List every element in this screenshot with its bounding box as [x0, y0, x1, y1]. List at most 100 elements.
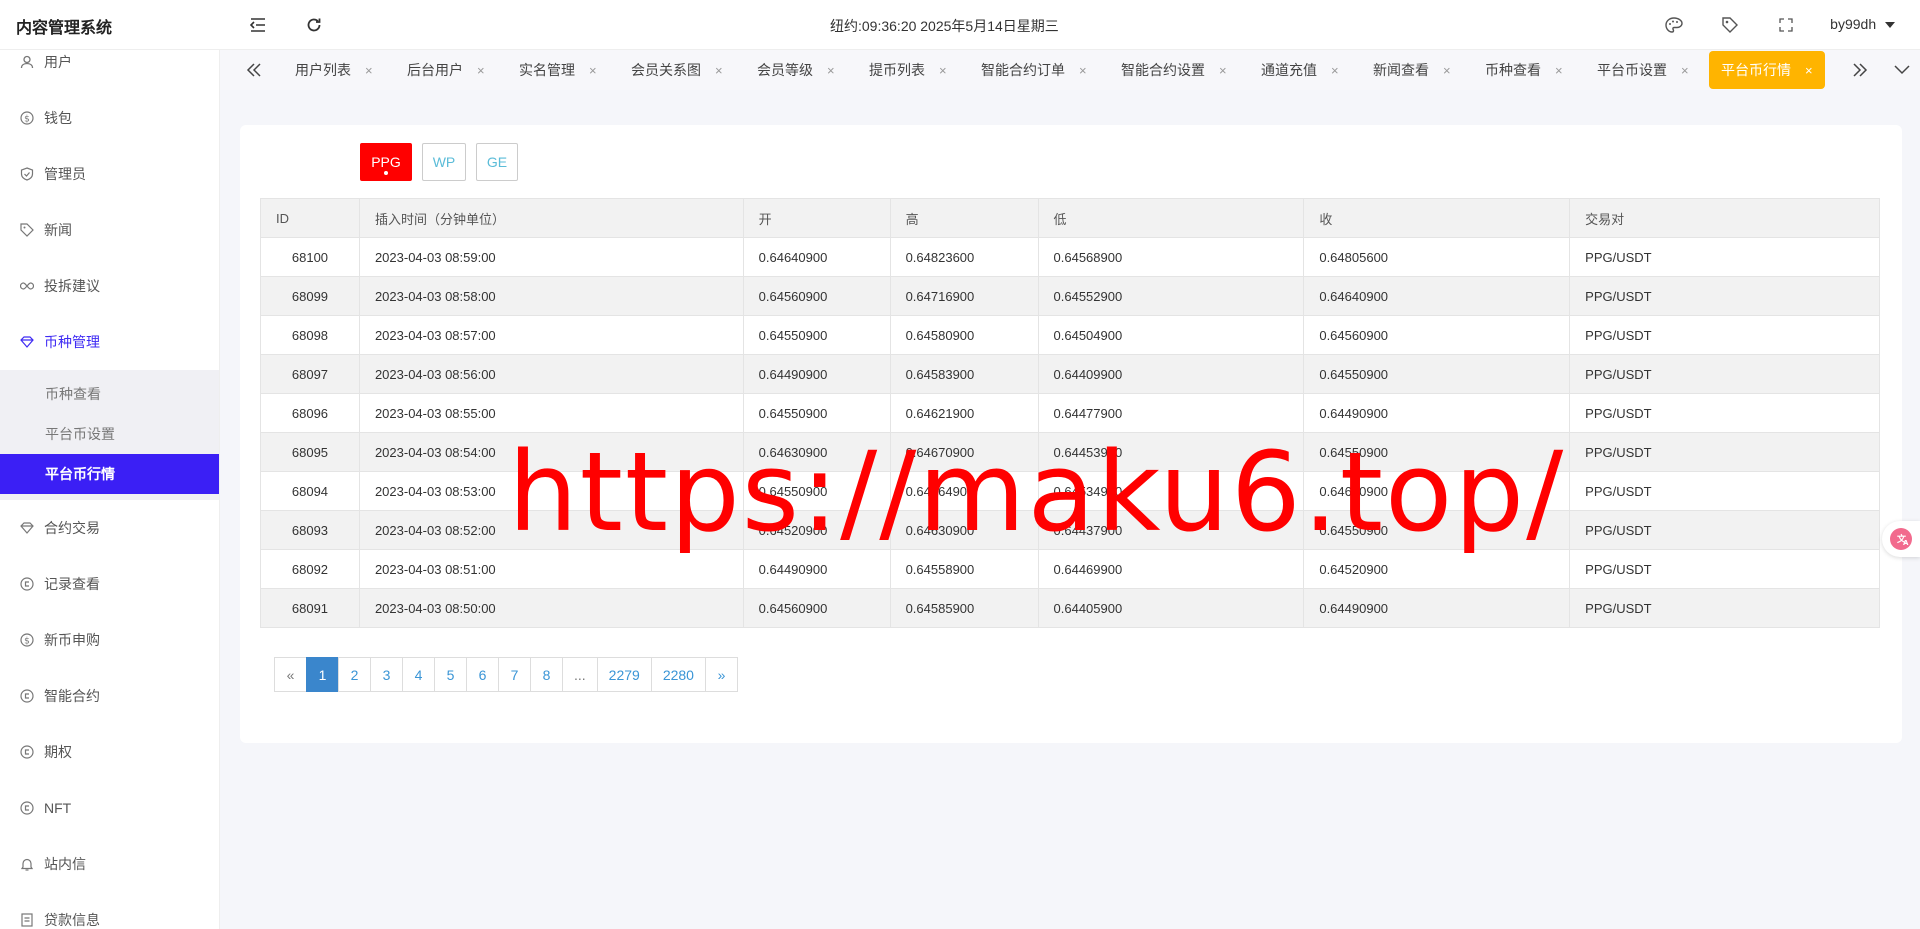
sidebar-subitem-platform-coin-market[interactable]: 平台币行情	[0, 454, 219, 494]
cell-high: 0.64823600	[889, 237, 1039, 277]
coin-label: PPG	[371, 154, 401, 170]
cell-low: 0.64405900	[1037, 588, 1305, 628]
close-icon[interactable]: ×	[939, 63, 947, 78]
pagination-page[interactable]: 7	[498, 657, 531, 692]
tab-smart-contract-settings[interactable]: 智能合约设置 ×	[1121, 51, 1227, 89]
tab-platform-coin-settings[interactable]: 平台币设置 ×	[1597, 51, 1689, 89]
tab-real-name[interactable]: 实名管理 ×	[519, 51, 597, 89]
tab-backend-users[interactable]: 后台用户 ×	[407, 51, 485, 89]
cell-high: 0.64664900	[889, 471, 1039, 511]
cell-id: 68097	[260, 354, 360, 394]
coin-button-ge[interactable]: GE	[476, 143, 518, 181]
pagination-page[interactable]: 4	[402, 657, 435, 692]
sidebar-item-new-coin-subscription[interactable]: $ 新币申购	[0, 612, 219, 668]
sidebar-subitem-platform-coin-settings[interactable]: 平台币设置	[0, 414, 219, 454]
close-icon[interactable]: ×	[365, 63, 373, 78]
close-icon[interactable]: ×	[1681, 63, 1689, 78]
coin-button-ppg[interactable]: PPG	[360, 143, 412, 181]
sidebar-item-records[interactable]: 记录查看	[0, 556, 219, 612]
sidebar-item-inbox[interactable]: 站内信	[0, 836, 219, 892]
menu-collapse-icon[interactable]	[246, 13, 270, 37]
refresh-icon[interactable]	[302, 13, 326, 37]
cell-id: 68099	[260, 276, 360, 316]
tab-label: 会员关系图	[631, 62, 701, 78]
sidebar-item-label: 投拆建议	[44, 278, 100, 294]
tab-withdraw-list[interactable]: 提币列表 ×	[869, 51, 947, 89]
pagination-page[interactable]: 2279	[596, 657, 652, 692]
close-icon[interactable]: ×	[1219, 63, 1227, 78]
tab-user-list[interactable]: 用户列表 ×	[295, 51, 373, 89]
user-menu[interactable]: by99dh	[1830, 16, 1896, 32]
tabs-scroll-right-icon[interactable]	[1848, 58, 1872, 82]
close-icon[interactable]: ×	[1555, 63, 1563, 78]
tag-icon	[20, 223, 34, 237]
fullscreen-icon[interactable]	[1774, 13, 1798, 37]
sidebar-item-label: 合约交易	[44, 520, 100, 536]
table-row: 68092 2023-04-03 08:51:00 0.64490900 0.6455…	[260, 549, 1880, 589]
sidebar-item-news[interactable]: 新闻	[0, 202, 219, 258]
sidebar-item-user[interactable]: 用户	[0, 50, 219, 90]
close-icon[interactable]: ×	[827, 63, 835, 78]
sidebar-item-options[interactable]: 期权	[0, 724, 219, 780]
pagination-page[interactable]: 2280	[650, 657, 706, 692]
cell-time: 2023-04-03 08:57:00	[358, 315, 744, 355]
tab-channel-recharge[interactable]: 通道充值 ×	[1261, 51, 1339, 89]
close-icon[interactable]: ×	[1443, 63, 1451, 78]
sidebar-subitem-coin-view[interactable]: 币种查看	[0, 374, 219, 414]
tab-smart-contract-orders[interactable]: 智能合约订单 ×	[981, 51, 1087, 89]
pagination-page[interactable]: 5	[434, 657, 467, 692]
cell-open: 0.64560900	[742, 276, 891, 316]
sidebar-item-smart-contract[interactable]: 智能合约	[0, 668, 219, 724]
sidebar-item-wallet[interactable]: $ 钱包	[0, 90, 219, 146]
cell-open: 0.64520900	[742, 510, 891, 550]
pagination-prev[interactable]: «	[274, 657, 307, 692]
coin-button-wp[interactable]: WP	[422, 143, 466, 181]
pagination-page[interactable]: 8	[530, 657, 563, 692]
cell-high: 0.64583900	[889, 354, 1039, 394]
translate-float-button[interactable]: 文 A	[1882, 521, 1920, 557]
cell-close: 0.64550900	[1303, 432, 1571, 472]
pagination-ellipsis: ...	[562, 657, 598, 692]
translate-icon: 文 A	[1890, 528, 1912, 550]
pagination-page[interactable]: 6	[466, 657, 499, 692]
sidebar-item-loan-info[interactable]: 贷款信息	[0, 892, 219, 929]
table-row: 68096 2023-04-03 08:55:00 0.64550900 0.6462…	[260, 393, 1880, 433]
tab-platform-coin-market[interactable]: 平台币行情 ×	[1709, 51, 1825, 89]
pagination-page[interactable]: 2	[338, 657, 371, 692]
table-row: 68097 2023-04-03 08:56:00 0.64490900 0.6458…	[260, 354, 1880, 394]
sidebar-item-nft[interactable]: NFT	[0, 780, 219, 836]
table-row: 68098 2023-04-03 08:57:00 0.64550900 0.6458…	[260, 315, 1880, 355]
tabs-scroll-left-icon[interactable]	[242, 58, 266, 82]
tag-icon[interactable]	[1718, 13, 1742, 37]
sidebar-item-coin-management[interactable]: 币种管理	[0, 314, 219, 370]
close-icon[interactable]: ×	[477, 63, 485, 78]
cell-time: 2023-04-03 08:53:00	[358, 471, 744, 511]
close-icon[interactable]: ×	[589, 63, 597, 78]
cell-high: 0.64621900	[889, 393, 1039, 433]
cell-id: 68094	[260, 471, 360, 511]
cell-low: 0.64477900	[1037, 393, 1305, 433]
app-title: 内容管理系统	[16, 20, 113, 37]
tab-news-view[interactable]: 新闻查看 ×	[1373, 51, 1451, 89]
sidebar-item-suggestions[interactable]: 投拆建议	[0, 258, 219, 314]
col-header-low: 低	[1037, 198, 1305, 238]
tab-label: 新闻查看	[1373, 62, 1429, 78]
close-icon[interactable]: ×	[1331, 63, 1339, 78]
tab-member-level[interactable]: 会员等级 ×	[757, 51, 835, 89]
pagination-page[interactable]: 3	[370, 657, 403, 692]
tab-label: 实名管理	[519, 62, 575, 78]
close-icon[interactable]: ×	[1805, 63, 1813, 78]
close-icon[interactable]: ×	[715, 63, 723, 78]
pagination-page[interactable]: 1	[306, 657, 339, 692]
coin-submenu: 币种查看 平台币设置 平台币行情	[0, 370, 219, 500]
tab-member-relations[interactable]: 会员关系图 ×	[631, 51, 723, 89]
sidebar-item-admin[interactable]: 管理员	[0, 146, 219, 202]
pagination-next[interactable]: »	[704, 657, 738, 692]
cell-open: 0.64560900	[742, 588, 891, 628]
cell-id: 68098	[260, 315, 360, 355]
sidebar-item-contract-trading[interactable]: 合约交易	[0, 500, 219, 556]
tabs-menu-chevron-down-icon[interactable]	[1890, 58, 1914, 82]
tab-coin-view[interactable]: 币种查看 ×	[1485, 51, 1563, 89]
close-icon[interactable]: ×	[1079, 63, 1087, 78]
palette-icon[interactable]	[1662, 13, 1686, 37]
